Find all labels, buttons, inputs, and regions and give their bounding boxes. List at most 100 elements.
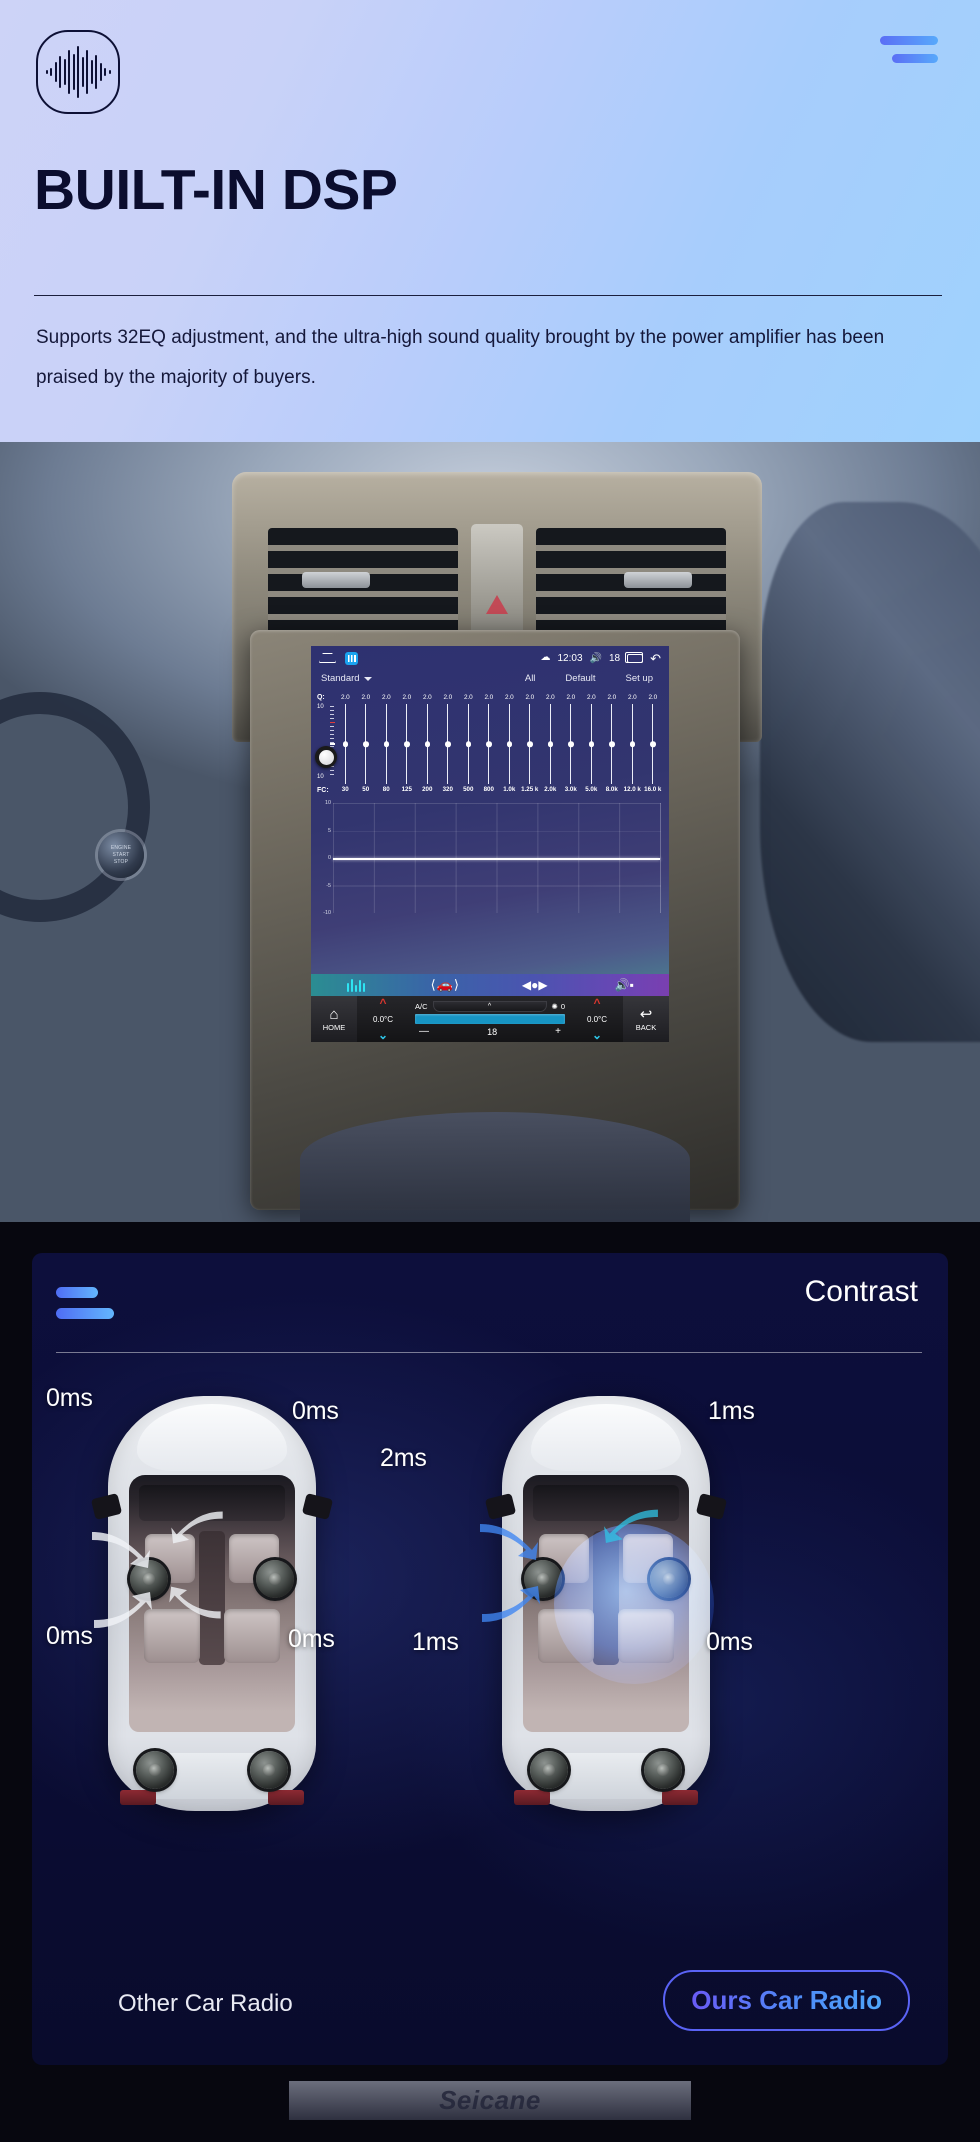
volume-icon[interactable]: 🔊 bbox=[590, 653, 602, 664]
sound-wave-arrow-icon bbox=[171, 1511, 223, 1544]
page-title: BUILT-IN DSP bbox=[34, 158, 398, 222]
eq-slider[interactable] bbox=[356, 704, 377, 784]
screen-function-bar[interactable]: ⟨🚗⟩ ◀●▶ 🔊▪ bbox=[311, 974, 669, 996]
hamburger-menu-icon[interactable] bbox=[880, 36, 938, 63]
contrast-divider bbox=[56, 1352, 922, 1353]
hero-divider bbox=[34, 295, 942, 296]
delay-label-rear-left: 0ms bbox=[46, 1622, 93, 1650]
fc-label: FC: bbox=[317, 787, 329, 794]
back-arrow-icon[interactable]: ↶ bbox=[650, 652, 661, 665]
eq-slider-area[interactable]: 10 10 bbox=[311, 702, 669, 784]
vent-knob-left bbox=[302, 572, 370, 588]
balance-icon[interactable]: ◀●▶ bbox=[490, 978, 580, 992]
chevron-up-icon[interactable]: ^ bbox=[379, 997, 386, 1010]
speaker-front-right bbox=[256, 1560, 294, 1598]
eq-slider[interactable] bbox=[622, 704, 643, 784]
eq-slider[interactable] bbox=[581, 704, 602, 784]
speaker-rear-right bbox=[644, 1751, 682, 1789]
climate-control-bar[interactable]: ⌂ HOME ^ 0.0°C ⌄ A/C ^ ✺ 0 — 18 + ^ 0.0°… bbox=[311, 996, 669, 1042]
fc-value: 800 bbox=[483, 786, 494, 793]
menu-bar-2 bbox=[56, 1308, 114, 1319]
eq-slider[interactable] bbox=[602, 704, 623, 784]
hamburger-menu-icon[interactable] bbox=[56, 1287, 114, 1319]
eq-slider[interactable] bbox=[540, 704, 561, 784]
vent-up-icon[interactable]: ^ bbox=[432, 1001, 547, 1012]
graph-tick: 10 bbox=[325, 800, 331, 806]
eq-slider[interactable] bbox=[479, 704, 500, 784]
chevron-down-icon[interactable]: ⌄ bbox=[592, 1028, 602, 1041]
watermark-text: Seicane bbox=[289, 2081, 691, 2120]
fc-value: 1.0k bbox=[503, 786, 516, 793]
hero-section: BUILT-IN DSP Supports 32EQ adjustment, a… bbox=[0, 0, 980, 442]
q-value: 2.0 bbox=[504, 694, 514, 701]
right-temp-value: 0.0°C bbox=[586, 1014, 608, 1024]
taillight-left bbox=[514, 1790, 550, 1805]
engine-start-stop-button: ENGINE START STOP bbox=[98, 832, 144, 878]
ac-label: A/C bbox=[415, 1002, 428, 1011]
fc-value: 16.0 k bbox=[644, 786, 662, 793]
eq-sliders[interactable] bbox=[335, 704, 663, 784]
fc-value: 12.0 k bbox=[623, 786, 641, 793]
climate-center[interactable]: A/C ^ ✺ 0 — 18 + bbox=[409, 996, 571, 1042]
sound-wave-arrow-icon bbox=[92, 1532, 150, 1568]
right-temp-control[interactable]: ^ 0.0°C ⌄ bbox=[571, 996, 623, 1042]
back-button[interactable]: ↩ BACK bbox=[623, 996, 669, 1042]
fan-icon: ✺ bbox=[551, 1002, 558, 1011]
left-temp-control[interactable]: ^ 0.0°C ⌄ bbox=[357, 996, 409, 1042]
dsp-equalizer-screen[interactable]: ☁ 12:03 🔊 18 ↶ Standard All Default Set … bbox=[311, 646, 669, 1042]
fan-plus-button[interactable]: + bbox=[555, 1026, 561, 1037]
chevron-up-icon[interactable]: ^ bbox=[593, 997, 600, 1010]
setup-button[interactable]: Set up bbox=[626, 673, 653, 684]
q-value-row: Q: 2.0 2.0 2.0 2.0 2.0 2.0 2.0 2.0 2.0 2… bbox=[311, 688, 669, 702]
eq-slider[interactable] bbox=[335, 704, 356, 784]
fan-control[interactable]: ✺ 0 bbox=[552, 1002, 565, 1011]
home-button[interactable]: ⌂ HOME bbox=[311, 996, 357, 1042]
menu-bar-1 bbox=[880, 36, 938, 45]
fan-speed-bar[interactable] bbox=[415, 1014, 565, 1024]
fc-value: 2.0k bbox=[544, 786, 557, 793]
other-car-caption: Other Car Radio bbox=[118, 1990, 293, 2017]
equalizer-app-icon[interactable] bbox=[345, 651, 358, 665]
volume-value: 18 bbox=[608, 652, 621, 664]
master-gain-knob[interactable] bbox=[315, 746, 337, 768]
speaker-level-icon[interactable]: 🔊▪ bbox=[580, 978, 670, 992]
default-button[interactable]: Default bbox=[565, 673, 595, 684]
q-value: 2.0 bbox=[402, 694, 412, 701]
eq-slider[interactable] bbox=[458, 704, 479, 784]
eq-slider[interactable] bbox=[376, 704, 397, 784]
eq-slider[interactable] bbox=[417, 704, 438, 784]
fc-value: 80 bbox=[382, 786, 390, 793]
preset-dropdown[interactable]: Standard bbox=[321, 673, 372, 684]
delay-label-rear-left: 1ms bbox=[412, 1628, 459, 1656]
fan-speed-value: 18 bbox=[487, 1026, 498, 1037]
q-value: 2.0 bbox=[443, 694, 453, 701]
all-button[interactable]: All bbox=[525, 673, 536, 684]
eq-slider[interactable] bbox=[397, 704, 418, 784]
ours-car-radio-label: Ours Car Radio bbox=[691, 1985, 882, 2015]
screen-status-bar: ☁ 12:03 🔊 18 ↶ bbox=[311, 646, 669, 670]
other-car-diagram: 0ms 0ms 0ms 0ms bbox=[46, 1384, 339, 1811]
back-label: BACK bbox=[635, 1022, 657, 1032]
fan-minus-button[interactable]: — bbox=[419, 1026, 429, 1037]
sound-wave-arrow-icon bbox=[480, 1524, 538, 1560]
tray-icon[interactable] bbox=[319, 653, 336, 663]
eq-slider[interactable] bbox=[520, 704, 541, 784]
eq-axis: 10 10 bbox=[315, 704, 337, 784]
speaker-rear-right bbox=[250, 1751, 288, 1789]
car-surround-icon[interactable]: ⟨🚗⟩ bbox=[401, 977, 491, 993]
hero-description: Supports 32EQ adjustment, and the ultra-… bbox=[36, 327, 885, 388]
chevron-down-icon[interactable]: ⌄ bbox=[378, 1028, 388, 1041]
eq-axis-top: 10 bbox=[317, 704, 324, 710]
eq-sliders-icon[interactable] bbox=[311, 978, 401, 992]
ours-car-radio-button[interactable]: Ours Car Radio bbox=[663, 1970, 910, 2031]
eq-slider[interactable] bbox=[643, 704, 664, 784]
waveform-bars bbox=[45, 46, 111, 98]
eq-slider[interactable] bbox=[438, 704, 459, 784]
graph-grid bbox=[333, 803, 661, 913]
eq-tick-scale bbox=[330, 706, 335, 778]
recents-icon[interactable] bbox=[625, 651, 644, 663]
eq-slider[interactable] bbox=[499, 704, 520, 784]
eq-slider[interactable] bbox=[561, 704, 582, 784]
car-hood bbox=[531, 1404, 681, 1471]
delay-label-front-right: 1ms bbox=[708, 1397, 755, 1425]
